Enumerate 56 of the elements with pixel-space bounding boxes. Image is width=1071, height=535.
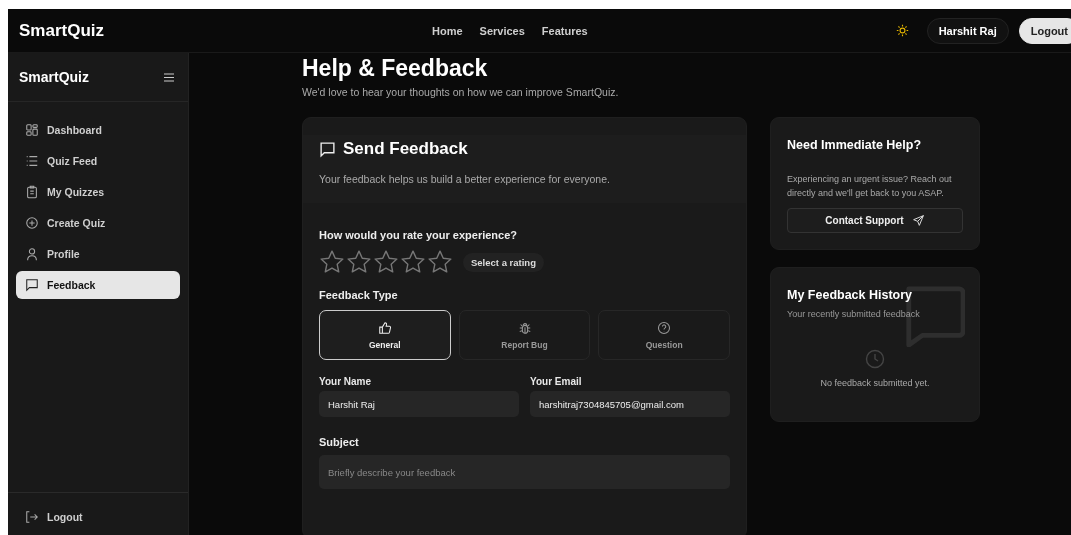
sidebar-item[interactable]: My Quizzes (16, 178, 180, 206)
star-icon[interactable] (373, 249, 399, 275)
sidebar-item[interactable]: Create Quiz (16, 209, 180, 237)
empty-message: No feedback submitted yet. (819, 378, 931, 388)
user-button[interactable]: Harshit Raj (926, 17, 1009, 44)
star-icon[interactable] (319, 249, 345, 275)
card-title: Need Immediate Help? (787, 138, 923, 152)
sidebar-item[interactable]: Quiz Feed (16, 147, 180, 175)
thumbs-up-icon (377, 320, 392, 335)
logout-link[interactable]: Logout (16, 503, 180, 531)
chat-icon (25, 278, 39, 292)
field-label: Your Email (530, 376, 583, 387)
sidebar-item[interactable]: Dashboard (16, 116, 180, 144)
feedback-type-option[interactable]: Report Bug (458, 310, 591, 360)
star-icon[interactable] (346, 249, 372, 275)
brand-logo[interactable]: SmartQuiz (19, 20, 105, 41)
logout-button[interactable]: Logout (1018, 17, 1071, 44)
grid-icon (25, 123, 39, 137)
help-text: Experiencing an urgent issue? Reach out directly and we'll get back to you ASAP. (787, 173, 953, 200)
subject-field[interactable]: Briefly describe your feedback (319, 455, 730, 489)
card-title: My Feedback History (787, 288, 914, 302)
card-subtitle: Your recently submitted feedback (787, 309, 921, 319)
star-icon[interactable] (400, 249, 426, 275)
star-icon[interactable] (427, 249, 453, 275)
user-icon (25, 247, 39, 261)
clock-icon (865, 349, 885, 369)
logout-icon (25, 510, 39, 524)
rating-hint: Select a rating (463, 252, 544, 272)
feedback-type-option[interactable]: General (319, 310, 451, 360)
bug-icon (517, 320, 532, 335)
clipboard-icon (25, 185, 39, 199)
sun-icon[interactable] (895, 24, 909, 37)
sidebar-title: SmartQuiz (19, 69, 89, 85)
type-label: Feedback Type (319, 289, 399, 301)
page-subtitle: We'd love to hear your thoughts on how we can improve SmartQuiz. (302, 86, 620, 98)
card-description: Your feedback helps us build a better experience for everyone. (319, 173, 611, 185)
name-field[interactable]: Harshit Raj (319, 391, 519, 417)
contact-support-button[interactable]: Contact Support (787, 208, 963, 233)
plus-circle-icon (25, 216, 39, 230)
rating-label: How would you rate your experience? (319, 229, 519, 241)
chat-icon (319, 140, 336, 158)
subject-label: Subject (319, 436, 360, 448)
page-title: Help & Feedback (302, 55, 489, 82)
nav-link[interactable]: Services (479, 24, 525, 37)
question-icon (657, 320, 672, 335)
email-field[interactable]: harshitraj7304845705@gmail.com (530, 391, 730, 417)
nav-link[interactable]: Features (541, 24, 588, 37)
sidebar-item[interactable]: Feedback (16, 271, 180, 299)
feedback-type-option[interactable]: Question (598, 310, 730, 360)
send-icon (911, 214, 925, 227)
menu-icon[interactable] (164, 72, 174, 82)
sidebar-item[interactable]: Profile (16, 240, 180, 268)
card-title: Send Feedback (343, 139, 468, 159)
field-label: Your Name (319, 376, 373, 387)
list-icon (25, 154, 39, 168)
nav-link[interactable]: Home (432, 24, 463, 37)
